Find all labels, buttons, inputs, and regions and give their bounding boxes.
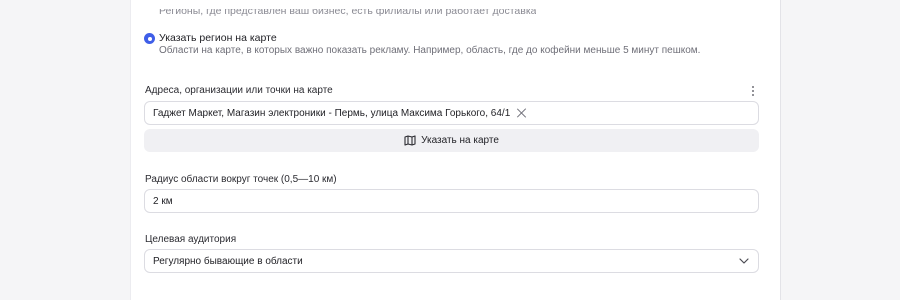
radius-input[interactable]: 2 км bbox=[144, 189, 759, 213]
address-chip-label: Гаджет Маркет, Магазин электроники - Пер… bbox=[153, 107, 511, 119]
radius-value: 2 км bbox=[153, 196, 173, 207]
more-vertical-icon[interactable] bbox=[748, 84, 758, 98]
addresses-label: Адреса, организации или точки на карте bbox=[145, 85, 333, 96]
audience-select[interactable]: Регулярно бывающие в области bbox=[144, 249, 759, 273]
map-icon bbox=[404, 135, 416, 146]
addresses-input[interactable]: Гаджет Маркет, Магазин электроники - Пер… bbox=[144, 101, 759, 125]
chevron-down-icon[interactable] bbox=[739, 257, 749, 265]
audience-label: Целевая аудитория bbox=[145, 234, 237, 245]
radio-selected-icon[interactable] bbox=[144, 33, 155, 44]
region-option-description-clipped: Регионы, где представлен ваш бизнес, ест… bbox=[159, 9, 537, 17]
radius-label: Радиус области вокруг точек (0,5—10 км) bbox=[145, 174, 337, 185]
address-chip: Гаджет Маркет, Магазин электроники - Пер… bbox=[149, 104, 532, 122]
audience-selected-value: Регулярно бывающие в области bbox=[153, 256, 303, 267]
radio-option-label[interactable]: Указать регион на карте bbox=[159, 32, 277, 44]
radio-option-description: Области на карте, в которых важно показа… bbox=[159, 45, 701, 56]
show-on-map-label: Указать на карте bbox=[421, 135, 499, 146]
close-icon[interactable] bbox=[516, 108, 526, 118]
show-on-map-button[interactable]: Указать на карте bbox=[144, 129, 759, 152]
